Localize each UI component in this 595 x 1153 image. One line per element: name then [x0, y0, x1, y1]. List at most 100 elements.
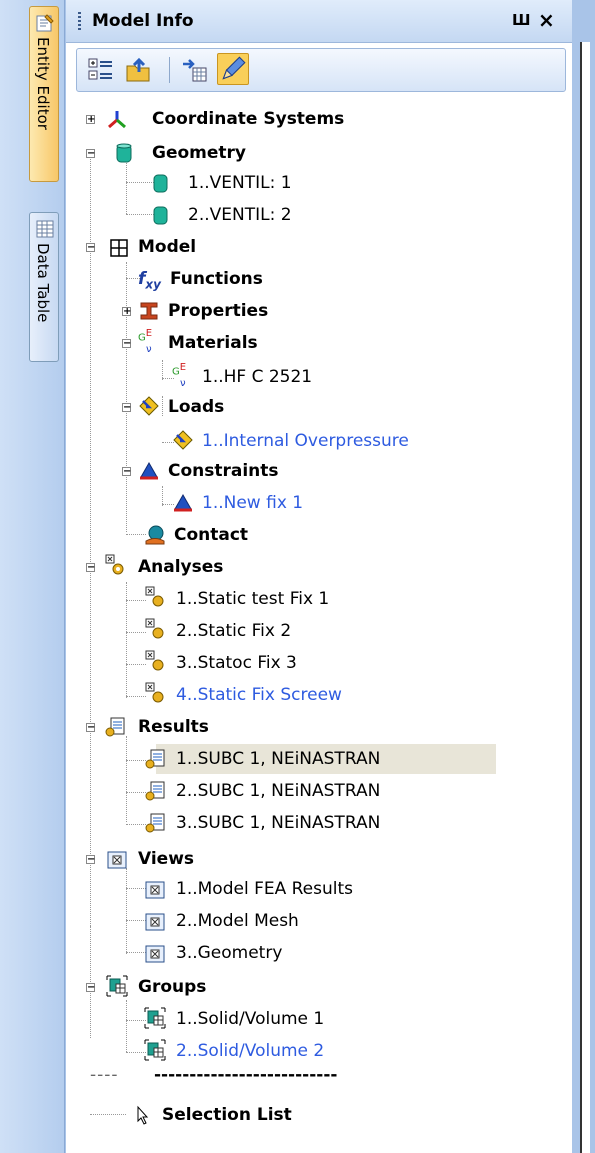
tree-connector [126, 1020, 146, 1021]
contact-icon [145, 525, 165, 545]
i-beam-icon [140, 302, 158, 320]
tree-label: 1..Internal Overpressure [202, 431, 409, 451]
tree-connector [126, 792, 146, 793]
tree-label: Properties [168, 301, 269, 321]
tree-label: Contact [174, 525, 249, 545]
analysis-gear-icon [145, 586, 164, 607]
expand-toggle[interactable]: + [86, 115, 95, 125]
tree-connector [126, 262, 127, 532]
collapse-toggle[interactable]: − [86, 563, 95, 573]
tree-connector [126, 824, 146, 825]
collapse-toggle[interactable]: − [122, 467, 131, 477]
expand-collapse-icon[interactable] [87, 56, 115, 84]
collapse-toggle[interactable]: − [86, 855, 95, 865]
results-icon [145, 781, 165, 801]
tree-label: Model [138, 237, 197, 257]
close-button[interactable]: × [538, 8, 555, 32]
cursor-arrow-icon [137, 1105, 149, 1125]
cylinder-icon [116, 143, 132, 163]
toolbar-separator [169, 57, 170, 83]
tree-label: 3..Statoc Fix 3 [176, 653, 297, 673]
side-tab-strip: Entity Editor Data Table [0, 0, 65, 1153]
tree-connector [126, 696, 146, 697]
tree-label: Views [138, 849, 195, 869]
tree-connector [126, 736, 127, 822]
grid-icon [110, 239, 128, 257]
adjacent-pane-edge [580, 42, 590, 1153]
tree-label: 1..Static test Fix 1 [176, 589, 330, 609]
drag-grip-icon[interactable] [78, 12, 81, 32]
view-icon [145, 945, 165, 963]
analysis-gear-icon [145, 682, 164, 703]
analysis-gear-icon [145, 618, 164, 639]
cylinder-icon [153, 206, 168, 225]
tree-item-result[interactable]: 1..SUBC 1, NEiNASTRAN [145, 744, 496, 774]
tree-label: Loads [168, 397, 225, 417]
collapse-toggle[interactable]: − [122, 339, 131, 349]
tree-label: 1..VENTIL: 1 [188, 173, 292, 193]
tree-connector [162, 360, 163, 380]
tree-connector [126, 632, 146, 633]
data-table-icon [36, 220, 54, 238]
tab-data-table-label: Data Table [34, 243, 52, 323]
tree-connector [162, 486, 163, 506]
tree-label: 1..Solid/Volume 1 [176, 1009, 325, 1029]
collapse-toggle[interactable]: − [86, 723, 95, 733]
edit-button[interactable] [217, 53, 249, 85]
tree-connector [126, 664, 146, 665]
tree-connector [126, 920, 146, 921]
toolbar [76, 48, 566, 92]
tree-label: Groups [138, 977, 207, 997]
results-icon [145, 749, 165, 769]
tree-label: 2..SUBC 1, NEiNASTRAN [176, 781, 381, 801]
view-icon [107, 851, 127, 869]
pin-button[interactable]: Ш [512, 11, 531, 29]
tab-entity-editor-label: Entity Editor [34, 37, 52, 130]
tree-label: Constraints [168, 461, 279, 481]
model-tree: + Coordinate Systems − Geometry 1..VENTI… [66, 96, 572, 1153]
tree-label: 2..VENTIL: 2 [188, 205, 292, 225]
tree-connector [126, 534, 146, 535]
cylinder-icon [153, 174, 168, 193]
separator-prefix: ---- [90, 1065, 119, 1085]
add-item-icon[interactable] [181, 56, 209, 84]
tree-connector [126, 952, 146, 953]
tree-label: 2..Model Mesh [176, 911, 299, 931]
collapse-toggle[interactable]: − [122, 403, 131, 413]
tab-entity-editor[interactable]: Entity Editor [29, 6, 59, 182]
group-icon [144, 1039, 166, 1061]
load-arrow-icon [173, 430, 193, 450]
tree-connector [162, 396, 163, 416]
results-icon [145, 813, 165, 833]
analysis-gear-icon [145, 650, 164, 671]
panel-titlebar: Model Info Ш × [66, 0, 572, 43]
tree-label: Geometry [152, 143, 246, 163]
panel-title: Model Info [92, 11, 194, 31]
tree-label: 4..Static Fix Screew [176, 685, 342, 705]
tree-label: 3..SUBC 1, NEiNASTRAN [176, 813, 381, 833]
tab-data-table[interactable]: Data Table [29, 212, 59, 362]
tree-connector [90, 156, 91, 926]
coordinate-axes-icon [108, 111, 126, 129]
view-icon [145, 881, 165, 899]
tree-label: Analyses [138, 557, 224, 577]
collapse-toggle[interactable]: − [86, 149, 95, 159]
tree-separator-label: -------------------------- [154, 1065, 338, 1085]
analysis-gear-icon [105, 554, 124, 575]
expand-toggle[interactable]: + [122, 307, 131, 317]
group-icon [106, 975, 128, 997]
collapse-toggle[interactable]: − [86, 983, 95, 993]
tree-label: 3..Geometry [176, 943, 283, 963]
collapse-toggle[interactable]: − [86, 243, 95, 253]
tree-label: 1..HF C 2521 [202, 367, 313, 387]
tree-label: Results [138, 717, 209, 737]
tree-label: Selection List [162, 1105, 292, 1125]
tree-connector [126, 1000, 127, 1052]
material-icon: GE ν [138, 328, 153, 356]
tree-connector [126, 888, 146, 889]
open-folder-icon[interactable] [125, 56, 153, 84]
model-info-panel: Model Info Ш × + Coordinate Systems − Ge… [66, 0, 572, 1153]
tree-connector [126, 760, 146, 761]
tree-connector [126, 868, 127, 954]
function-fxy-icon: fxy [138, 269, 161, 292]
